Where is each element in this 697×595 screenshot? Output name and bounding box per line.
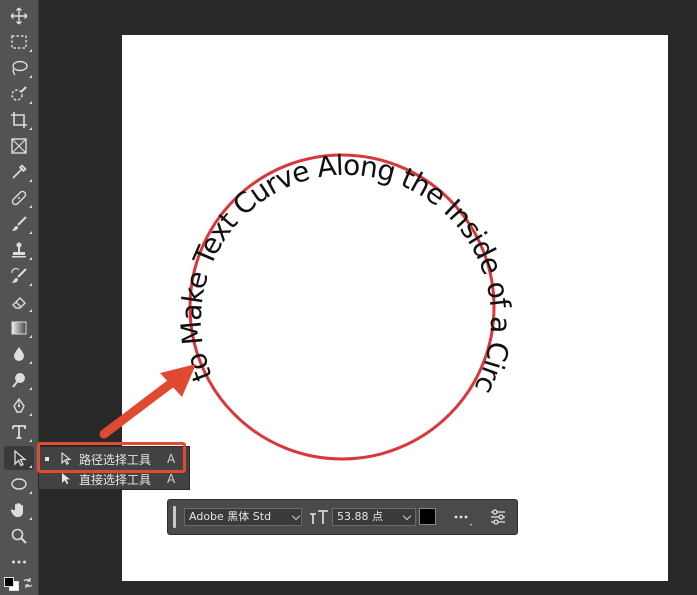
- quick-select-tool[interactable]: [4, 82, 34, 106]
- dodge-icon: [12, 373, 25, 388]
- healing-tool[interactable]: [4, 186, 34, 210]
- contextual-task-bar: Adobe 黑体 Std 53.88 点: [167, 499, 518, 535]
- text-color-swatch[interactable]: [419, 508, 436, 525]
- flyout-item-direct-selection[interactable]: 直接选择工具 A: [39, 469, 189, 489]
- font-size-value: 53.88 点: [337, 510, 383, 523]
- arrow-cursor-icon: [14, 449, 27, 467]
- move-tool[interactable]: [4, 4, 34, 28]
- flyout-item-shortcut: A: [167, 452, 176, 466]
- crop-icon: [11, 112, 27, 128]
- type-tool[interactable]: [4, 420, 34, 444]
- more-icon: [454, 515, 472, 526]
- bandage-icon: [11, 190, 27, 206]
- droplet-icon: [14, 347, 24, 361]
- edit-toolbar-button[interactable]: [4, 550, 34, 574]
- crop-tool[interactable]: [4, 108, 34, 132]
- ellipse-icon: [11, 478, 27, 490]
- arrow-cursor-icon: [61, 452, 72, 465]
- stamp-tool[interactable]: [4, 238, 34, 262]
- gradient-icon: [11, 321, 27, 335]
- font-size-icon: [309, 508, 329, 526]
- tool-flyout-menu: 路径选择工具 A 直接选择工具 A: [38, 446, 190, 490]
- marquee-tool[interactable]: [4, 30, 34, 54]
- chevron-down-icon: [291, 511, 301, 520]
- frame-icon: [11, 138, 27, 154]
- eraser-icon: [12, 297, 26, 309]
- lasso-tool[interactable]: [4, 56, 34, 80]
- flyout-item-path-selection[interactable]: 路径选择工具 A: [39, 449, 189, 469]
- lasso-icon: [12, 60, 28, 76]
- tools-panel: [0, 0, 39, 595]
- dodge-tool[interactable]: [4, 368, 34, 392]
- more-options-button[interactable]: [450, 506, 474, 528]
- eyedropper-tool[interactable]: [4, 160, 34, 184]
- history-brush-tool[interactable]: [4, 264, 34, 288]
- font-family-value: Adobe 黑体 Std: [189, 510, 272, 523]
- zoom-icon: [11, 528, 27, 544]
- pen-tool[interactable]: [4, 394, 34, 418]
- font-size-dropdown[interactable]: [400, 508, 414, 526]
- history-brush-icon: [11, 268, 27, 283]
- frame-tool[interactable]: [4, 134, 34, 158]
- shape-tool[interactable]: [4, 472, 34, 496]
- gradient-tool[interactable]: [4, 316, 34, 340]
- settings-sliders-button[interactable]: [488, 507, 508, 527]
- chevron-down-icon: [402, 511, 412, 520]
- drag-handle[interactable]: [173, 506, 176, 528]
- more-icon: [12, 560, 26, 564]
- brush-icon: [12, 216, 27, 231]
- swap-colors-icon[interactable]: [22, 577, 34, 589]
- color-swatches[interactable]: [2, 574, 36, 594]
- quick-select-icon: [11, 86, 27, 101]
- zoom-tool[interactable]: [4, 524, 34, 548]
- stamp-icon: [12, 242, 26, 258]
- brush-tool[interactable]: [4, 212, 34, 236]
- blur-tool[interactable]: [4, 342, 34, 366]
- foreground-color-swatch[interactable]: [4, 577, 14, 587]
- font-family-select[interactable]: Adobe 黑体 Std: [184, 508, 302, 526]
- move-icon: [10, 7, 28, 25]
- type-icon: [12, 425, 26, 439]
- flyout-item-label: 直接选择工具: [79, 472, 152, 487]
- flyout-item-label: 路径选择工具: [79, 452, 152, 467]
- sliders-icon: [491, 509, 505, 525]
- hollow-arrow-icon: [62, 473, 70, 485]
- font-family-dropdown[interactable]: [289, 508, 303, 526]
- flyout-item-shortcut: A: [167, 472, 176, 486]
- hand-icon: [10, 503, 23, 517]
- hand-tool[interactable]: [4, 498, 34, 522]
- pen-icon: [13, 397, 25, 413]
- eyedropper-icon: [12, 164, 27, 179]
- rect-marquee-icon: [11, 35, 27, 49]
- path-selection-tool[interactable]: [4, 446, 34, 470]
- selected-indicator: [45, 457, 49, 461]
- eraser-tool[interactable]: [4, 290, 34, 314]
